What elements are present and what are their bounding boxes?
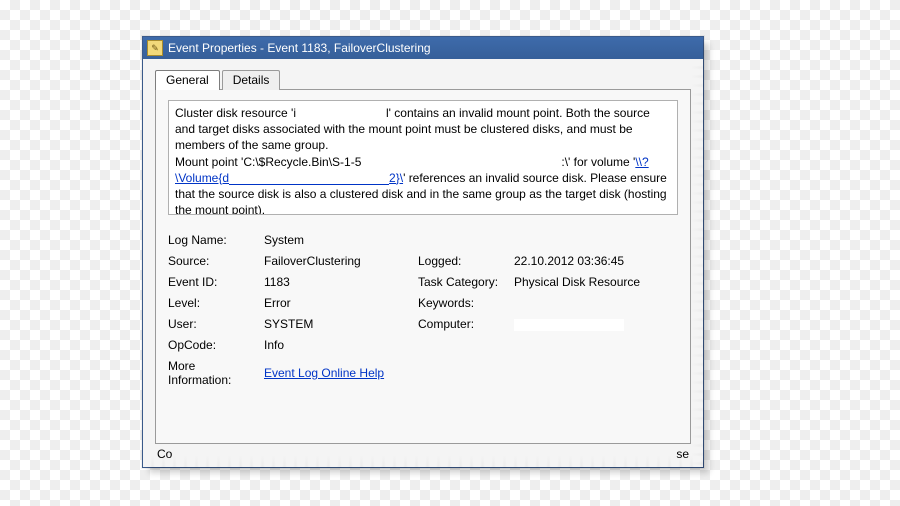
event-description[interactable]: Cluster disk resource 'il' contains an i… [168,100,678,215]
button-fragment-left[interactable]: Co [157,447,172,461]
desc-text: Cluster disk resource 'i [175,106,296,120]
value-computer [514,317,678,331]
desc-text: :\' for volume ' [561,155,635,169]
redacted-disk-name [296,108,386,120]
label-user: User: [168,317,260,331]
tab-general[interactable]: General [155,70,220,90]
tab-strip: General Details [155,69,691,89]
value-task-category: Physical Disk Resource [514,275,678,289]
redacted-sid [361,156,561,168]
event-properties-window: ✎ Event Properties - Event 1183, Failove… [142,36,704,468]
label-log-name: Log Name: [168,233,260,247]
tab-details-label: Details [233,73,270,87]
tab-panel-general: Cluster disk resource 'il' contains an i… [155,89,691,444]
window-title: Event Properties - Event 1183, FailoverC… [168,41,431,55]
label-level: Level: [168,296,260,310]
redacted-volume-guid [229,172,389,185]
tab-details[interactable]: Details [222,70,281,90]
desc-text: Mount point 'C:\$Recycle.Bin\S-1-5 [175,155,361,169]
label-computer: Computer: [418,317,510,331]
value-event-id: 1183 [264,275,414,289]
label-keywords: Keywords: [418,296,510,310]
redacted-computer [514,319,624,331]
value-log-name: System [264,233,678,247]
value-opcode: Info [264,338,678,352]
button-fragment-right[interactable]: se [676,447,689,461]
value-logged: 22.10.2012 03:36:45 [514,254,678,268]
tab-general-label: General [166,73,209,87]
event-fields: Log Name: System Source: FailoverCluster… [168,233,678,387]
client-area: General Details Cluster disk resource 'i… [143,59,703,467]
event-icon: ✎ [147,40,163,56]
event-log-online-help-link[interactable]: Event Log Online Help [264,366,384,380]
titlebar[interactable]: ✎ Event Properties - Event 1183, Failove… [143,37,703,59]
label-opcode: OpCode: [168,338,260,352]
value-user: SYSTEM [264,317,414,331]
label-task-category: Task Category: [418,275,510,289]
label-logged: Logged: [418,254,510,268]
value-level: Error [264,296,414,310]
value-source: FailoverClustering [264,254,414,268]
label-source: Source: [168,254,260,268]
label-more-info: More Information: [168,359,260,387]
label-event-id: Event ID: [168,275,260,289]
value-more-info: Event Log Online Help [264,366,678,380]
